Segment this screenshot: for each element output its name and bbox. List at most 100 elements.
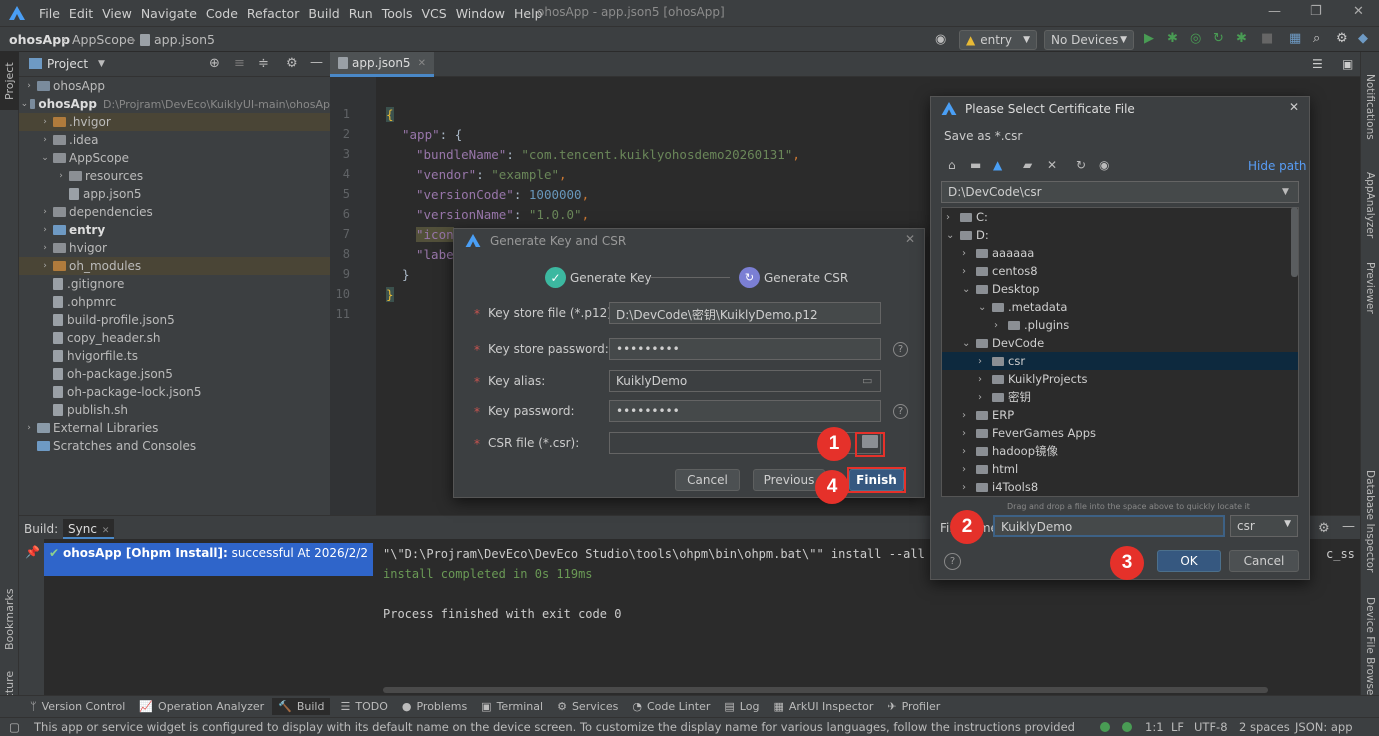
status-panel-icon[interactable]: ▢	[9, 720, 20, 734]
tw-problems[interactable]: ● Problems	[402, 700, 467, 713]
home-icon[interactable]: ⌂	[948, 158, 956, 172]
chevron-icon[interactable]: ›	[39, 117, 51, 127]
preview-icon[interactable]: ▣	[1342, 57, 1353, 71]
menu-file[interactable]: File	[39, 6, 60, 21]
chevron-icon[interactable]: ›	[39, 207, 51, 217]
menu-edit[interactable]: Edit	[69, 6, 93, 21]
status-message[interactable]: This app or service widget is configured…	[34, 720, 1074, 734]
delete-icon[interactable]: ✕	[1047, 158, 1057, 172]
hide-panel-icon[interactable]: —	[1342, 519, 1355, 534]
menu-view[interactable]: View	[102, 6, 132, 21]
cancel-button[interactable]: Cancel	[1229, 550, 1299, 572]
project-tree-item[interactable]: app.json5	[19, 185, 330, 203]
project-view-select[interactable]: Project	[47, 57, 88, 71]
extension-select[interactable]: csr ▼	[1230, 515, 1298, 537]
indent-setting[interactable]: 2 spaces	[1239, 720, 1290, 734]
status-ok-icon[interactable]	[1100, 722, 1110, 732]
refresh-icon[interactable]: ↻	[1076, 158, 1086, 172]
code-line-5[interactable]: "versionCode": 1000000,	[416, 187, 589, 202]
close-tab-icon[interactable]: ✕	[102, 526, 110, 536]
project-tree-item[interactable]: Scratches and Consoles	[19, 437, 330, 455]
filename-input[interactable]: KuiklyDemo	[993, 515, 1225, 537]
reader-mode-icon[interactable]: ☰	[1312, 57, 1323, 71]
hide-panel-icon[interactable]: —	[310, 55, 323, 70]
settings-icon[interactable]: ⚙	[1336, 31, 1348, 46]
directory-item[interactable]: ⌄ Desktop	[942, 280, 1298, 298]
chevron-icon[interactable]: ⌄	[946, 230, 960, 241]
menu-code[interactable]: Code	[206, 6, 238, 21]
menu-build[interactable]: Build	[308, 6, 339, 21]
run-config-select[interactable]: ▲ entry ▼	[959, 30, 1037, 50]
project-tree-item[interactable]: copy_header.sh	[19, 329, 330, 347]
directory-item[interactable]: › html	[942, 460, 1298, 478]
new-folder-icon[interactable]: ▰	[1023, 158, 1032, 172]
locate-icon[interactable]: ⊕	[209, 56, 220, 71]
code-line-3[interactable]: "bundleName": "com.tencent.kuiklyohosdem…	[416, 147, 800, 162]
project-tree-item[interactable]: › .hvigor	[19, 113, 330, 131]
menu-run[interactable]: Run	[349, 6, 373, 21]
directory-item[interactable]: › .plugins	[942, 316, 1298, 334]
tree-scrollbar[interactable]	[1291, 207, 1298, 277]
code-line-6[interactable]: "versionName": "1.0.0",	[416, 207, 589, 222]
directory-item[interactable]: ⌄ DevCode	[942, 334, 1298, 352]
chevron-icon[interactable]: ›	[978, 374, 992, 385]
directory-item[interactable]: › hadoop镜像	[942, 442, 1298, 460]
tool-device-file-browser[interactable]: Device File Browser	[1364, 597, 1376, 700]
project-tree-item[interactable]: › resources	[19, 167, 330, 185]
chevron-icon[interactable]: ›	[962, 410, 976, 421]
restore-icon[interactable]: ❐	[1310, 4, 1322, 19]
chevron-down-icon[interactable]: ▼	[98, 59, 105, 69]
line-ending[interactable]: LF	[1171, 720, 1184, 734]
project-tree-item[interactable]: oh-package.json5	[19, 365, 330, 383]
project-tree-item[interactable]: publish.sh	[19, 401, 330, 419]
tab-app-json5[interactable]: app.json5 ✕	[330, 52, 434, 77]
chevron-icon[interactable]: ›	[978, 392, 992, 403]
pin-icon[interactable]: 📌	[25, 545, 40, 559]
close-window-icon[interactable]: ✕	[1353, 4, 1364, 19]
help-icon[interactable]: ?	[893, 342, 908, 357]
chevron-icon[interactable]: ›	[962, 446, 976, 457]
directory-item[interactable]: › FeverGames Apps	[942, 424, 1298, 442]
chevron-icon[interactable]: ›	[978, 356, 992, 367]
close-icon[interactable]: ✕	[1289, 100, 1299, 114]
console-scrollbar[interactable]	[383, 687, 1268, 693]
project-tree-item[interactable]: build-profile.json5	[19, 311, 330, 329]
project-tree-item[interactable]: .gitignore	[19, 275, 330, 293]
tw-log[interactable]: ▤ Log	[724, 700, 759, 713]
key-alias-input[interactable]: KuiklyDemo	[609, 370, 881, 392]
run-icon[interactable]: ▶	[1144, 31, 1154, 46]
project-tree-item[interactable]: oh-package-lock.json5	[19, 383, 330, 401]
breadcrumb-appscope[interactable]: AppScope	[72, 32, 135, 47]
code-line-2[interactable]: "app": {	[402, 127, 462, 142]
file-encoding[interactable]: UTF-8	[1194, 720, 1228, 734]
code-line-10[interactable]: }	[386, 287, 394, 302]
keystore-file-input[interactable]: D:\DevCode\密钥\KuiklyDemo.p12	[609, 302, 881, 324]
help-icon[interactable]: ?	[893, 404, 908, 419]
breadcrumb-file[interactable]: app.json5	[140, 32, 215, 47]
tool-appanalyzer[interactable]: AppAnalyzer	[1364, 172, 1376, 238]
device-select[interactable]: No Devices ▼	[1044, 30, 1134, 50]
tw-terminal[interactable]: ▣ Terminal	[481, 700, 543, 713]
stop-icon[interactable]: ■	[1261, 31, 1273, 46]
tw-profiler[interactable]: ✈ Profiler	[887, 700, 940, 713]
code-line-4[interactable]: "vendor": "example",	[416, 167, 567, 182]
chevron-icon[interactable]: ›	[962, 266, 976, 277]
directory-item[interactable]: › i4Tools8	[942, 478, 1298, 496]
menu-tools[interactable]: Tools	[382, 6, 413, 21]
keystore-password-input[interactable]: •••••••••	[609, 338, 881, 360]
project-icon[interactable]: ▲	[993, 158, 1002, 172]
project-structure-icon[interactable]: ▦	[1289, 31, 1301, 46]
code-line-9[interactable]: }	[402, 267, 410, 282]
project-tree-item[interactable]: › entry	[19, 221, 330, 239]
menu-window[interactable]: Window	[456, 6, 505, 21]
chevron-icon[interactable]: ⌄	[39, 153, 51, 163]
chevron-icon[interactable]: ⌄	[962, 284, 976, 295]
project-tree-item[interactable]: hvigorfile.ts	[19, 347, 330, 365]
chevron-icon[interactable]: ›	[55, 171, 67, 181]
chevron-icon[interactable]: ›	[23, 81, 35, 91]
menu-refactor[interactable]: Refactor	[247, 6, 299, 21]
code-line-8[interactable]: "labe	[416, 247, 454, 262]
chevron-icon[interactable]: ›	[994, 320, 1008, 331]
tw-todo[interactable]: ☰ TODO	[340, 700, 387, 713]
expand-all-icon[interactable]: ≡	[234, 56, 245, 71]
